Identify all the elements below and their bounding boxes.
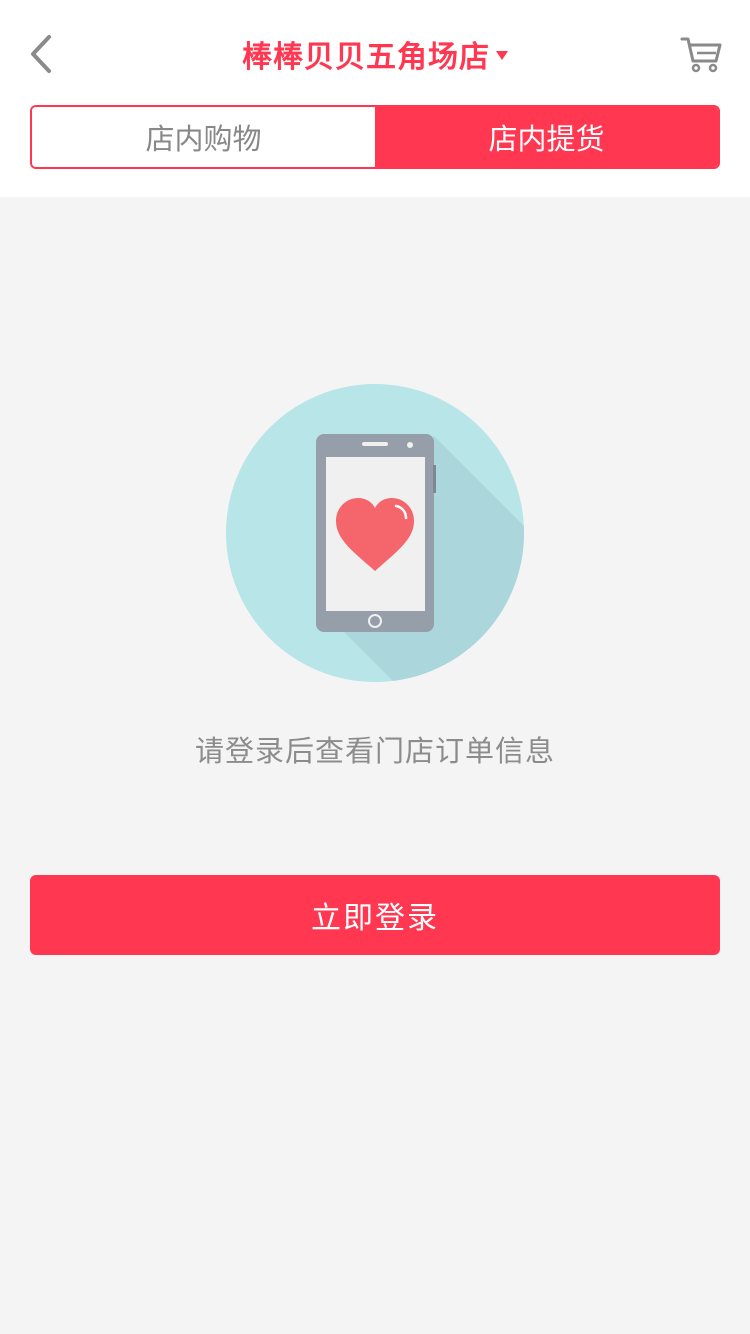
- back-button[interactable]: [18, 30, 64, 78]
- tab-in-store-pickup[interactable]: 店内提货: [375, 107, 718, 167]
- shopping-cart-icon: [680, 37, 722, 73]
- phone-heart-illustration: [226, 384, 524, 682]
- cart-button[interactable]: [676, 30, 726, 78]
- store-selector[interactable]: 棒棒贝贝五角场店: [242, 32, 508, 76]
- store-name: 棒棒贝贝五角场店: [242, 40, 490, 75]
- login-button[interactable]: 立即登录: [30, 875, 720, 955]
- tab-in-store-shopping[interactable]: 店内购物: [32, 107, 375, 167]
- chevron-left-icon: [31, 35, 51, 73]
- tab-switcher: 店内购物 店内提货: [30, 105, 720, 169]
- header-bar: 棒棒贝贝五角场店 店内购物 店内提货: [0, 0, 750, 197]
- login-prompt-message: 请登录后查看门店订单信息: [194, 734, 555, 768]
- caret-down-icon: [496, 51, 508, 60]
